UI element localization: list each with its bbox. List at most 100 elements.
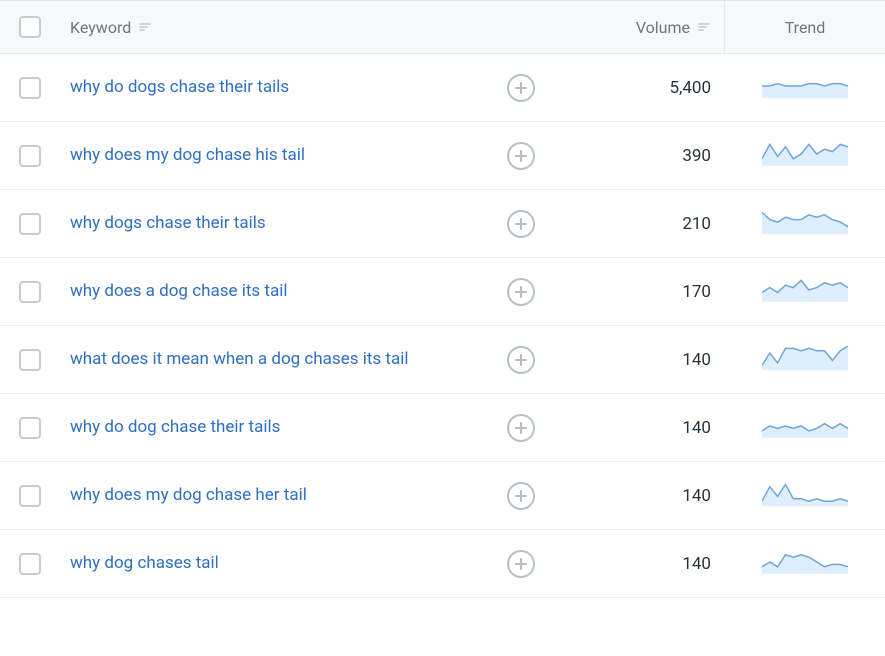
header-volume-label: Volume (636, 18, 690, 37)
volume-cell: 140 (551, 350, 725, 370)
trend-cell (725, 550, 885, 578)
keyword-cell: why do dog chase their tails (60, 416, 491, 439)
volume-cell: 5,400 (551, 78, 725, 98)
trend-cell (725, 346, 885, 374)
row-checkbox[interactable] (19, 77, 41, 99)
row-checkbox-cell (0, 213, 60, 235)
trend-sparkline (762, 74, 848, 102)
volume-cell: 140 (551, 554, 725, 574)
add-keyword-button[interactable] (507, 210, 535, 238)
header-trend-label: Trend (785, 18, 826, 37)
trend-cell (725, 278, 885, 306)
add-cell (491, 478, 551, 510)
keyword-link[interactable]: why dogs chase their tails (70, 212, 266, 235)
keyword-link[interactable]: why does my dog chase her tail (70, 484, 307, 507)
keyword-table: Keyword Volume Trend why do dogs chase t… (0, 0, 885, 598)
table-row: why does my dog chase his tail 390 (0, 122, 885, 190)
trend-sparkline (762, 346, 848, 374)
volume-value: 140 (682, 486, 711, 506)
keyword-cell: what does it mean when a dog chases its … (60, 348, 491, 371)
row-checkbox-cell (0, 553, 60, 575)
trend-sparkline (762, 414, 848, 442)
volume-cell: 140 (551, 418, 725, 438)
table-row: what does it mean when a dog chases its … (0, 326, 885, 394)
volume-cell: 210 (551, 214, 725, 234)
add-cell (491, 138, 551, 170)
keyword-cell: why dogs chase their tails (60, 212, 491, 235)
header-keyword-label: Keyword (70, 18, 131, 37)
add-cell (491, 274, 551, 306)
table-row: why do dog chase their tails 140 (0, 394, 885, 462)
row-checkbox[interactable] (19, 281, 41, 303)
add-keyword-button[interactable] (507, 550, 535, 578)
volume-value: 140 (682, 418, 711, 438)
header-volume[interactable]: Volume (550, 18, 724, 37)
keyword-cell: why does my dog chase her tail (60, 484, 491, 507)
keyword-link[interactable]: what does it mean when a dog chases its … (70, 348, 408, 371)
keyword-link[interactable]: why do dog chase their tails (70, 416, 280, 439)
trend-sparkline (762, 550, 848, 578)
select-all-checkbox[interactable] (19, 16, 41, 38)
row-checkbox[interactable] (19, 213, 41, 235)
sort-icon (698, 21, 710, 33)
add-cell (491, 206, 551, 238)
volume-value: 210 (682, 214, 711, 234)
volume-value: 5,400 (669, 78, 711, 98)
keyword-cell: why do dogs chase their tails (60, 76, 491, 99)
row-checkbox-cell (0, 485, 60, 507)
table-row: why does my dog chase her tail 140 (0, 462, 885, 530)
trend-cell (725, 74, 885, 102)
add-keyword-button[interactable] (507, 482, 535, 510)
keyword-link[interactable]: why does a dog chase its tail (70, 280, 287, 303)
trend-sparkline (762, 210, 848, 238)
trend-cell (725, 414, 885, 442)
volume-value: 140 (682, 350, 711, 370)
table-row: why do dogs chase their tails 5,400 (0, 54, 885, 122)
header-trend[interactable]: Trend (724, 1, 885, 53)
add-cell (491, 546, 551, 578)
add-cell (491, 70, 551, 102)
trend-sparkline (762, 482, 848, 510)
add-keyword-button[interactable] (507, 278, 535, 306)
table-row: why dog chases tail 140 (0, 530, 885, 598)
volume-cell: 170 (551, 282, 725, 302)
trend-sparkline (762, 142, 848, 170)
row-checkbox[interactable] (19, 485, 41, 507)
trend-cell (725, 142, 885, 170)
row-checkbox[interactable] (19, 417, 41, 439)
add-cell (491, 342, 551, 374)
row-checkbox[interactable] (19, 553, 41, 575)
keyword-link[interactable]: why dog chases tail (70, 552, 219, 575)
volume-cell: 390 (551, 146, 725, 166)
row-checkbox[interactable] (19, 145, 41, 167)
row-checkbox-cell (0, 145, 60, 167)
row-checkbox-cell (0, 77, 60, 99)
row-checkbox-cell (0, 417, 60, 439)
table-row: why dogs chase their tails 210 (0, 190, 885, 258)
header-checkbox-cell (0, 16, 60, 38)
trend-sparkline (762, 278, 848, 306)
trend-cell (725, 482, 885, 510)
table-header: Keyword Volume Trend (0, 0, 885, 54)
add-keyword-button[interactable] (507, 414, 535, 442)
volume-cell: 140 (551, 486, 725, 506)
add-cell (491, 410, 551, 442)
keyword-cell: why does my dog chase his tail (60, 144, 491, 167)
keyword-link[interactable]: why do dogs chase their tails (70, 76, 289, 99)
header-keyword[interactable]: Keyword (60, 18, 490, 37)
keyword-link[interactable]: why does my dog chase his tail (70, 144, 305, 167)
add-keyword-button[interactable] (507, 346, 535, 374)
row-checkbox[interactable] (19, 349, 41, 371)
keyword-cell: why does a dog chase its tail (60, 280, 491, 303)
keyword-cell: why dog chases tail (60, 552, 491, 575)
table-body: why do dogs chase their tails 5,400 why … (0, 54, 885, 598)
add-keyword-button[interactable] (507, 74, 535, 102)
add-keyword-button[interactable] (507, 142, 535, 170)
volume-value: 170 (682, 282, 711, 302)
sort-icon (139, 21, 151, 33)
volume-value: 140 (682, 554, 711, 574)
table-row: why does a dog chase its tail 170 (0, 258, 885, 326)
row-checkbox-cell (0, 349, 60, 371)
volume-value: 390 (682, 146, 711, 166)
trend-cell (725, 210, 885, 238)
